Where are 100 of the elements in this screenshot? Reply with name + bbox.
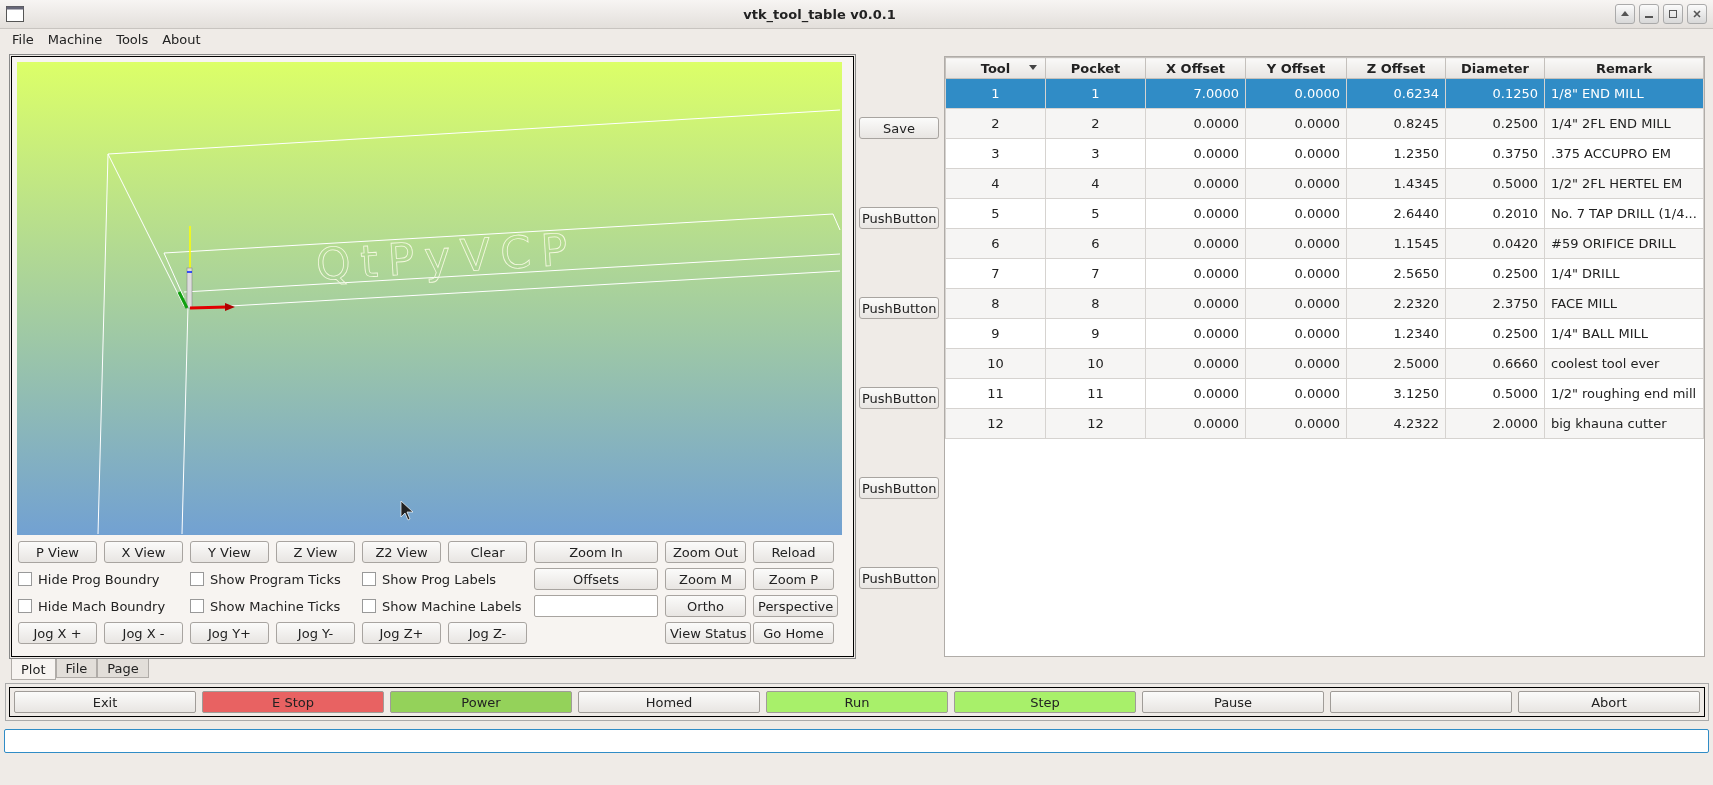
view-button[interactable]: Zoom M [665, 568, 746, 590]
checkbox[interactable] [362, 599, 376, 613]
table-row[interactable]: 11 11 0.0000 0.0000 3.1250 0.5000 1/2" roughing end mill [945, 378, 1704, 409]
table-cell: 2.2320 [1346, 288, 1446, 319]
view-button[interactable]: Go Home [753, 622, 834, 644]
table-cell: 0.0000 [1245, 318, 1347, 349]
view-button[interactable]: Z View [276, 541, 355, 563]
control-button[interactable]: Power [390, 691, 572, 713]
push-button[interactable]: PushButton [859, 207, 939, 229]
checkbox-label: Show Machine Ticks [210, 598, 341, 614]
column-header[interactable]: Diameter [1445, 57, 1545, 79]
table-row[interactable]: 2 2 0.0000 0.0000 0.8245 0.2500 1/4" 2FL END MILL [945, 108, 1704, 139]
table-cell: 0.6660 [1445, 348, 1545, 379]
maximize-button[interactable] [1663, 4, 1683, 24]
table-cell: 0.2500 [1445, 318, 1545, 349]
view-button[interactable]: Jog Z+ [362, 622, 441, 644]
table-row[interactable]: 10 10 0.0000 0.0000 2.5000 0.6660 coolest tool ever [945, 348, 1704, 379]
close-button[interactable] [1687, 4, 1707, 24]
tab[interactable]: Page [97, 659, 149, 678]
table-cell: 1.4345 [1346, 168, 1446, 199]
table-cell: 5 [1045, 198, 1146, 229]
table-cell: 0.3750 [1445, 138, 1545, 169]
table-cell: 0.0000 [1145, 288, 1246, 319]
table-row[interactable]: 6 6 0.0000 0.0000 1.1545 0.0420 #59 ORIFICE DRILL [945, 228, 1704, 259]
view-button[interactable]: Reload [753, 541, 834, 563]
tab[interactable]: Plot [11, 659, 56, 680]
view-button[interactable]: Ortho [665, 595, 746, 617]
table-cell: 0.0000 [1145, 138, 1246, 169]
view-button[interactable]: P View [18, 541, 97, 563]
minimize-button[interactable] [1639, 4, 1659, 24]
column-header[interactable]: Z Offset [1346, 57, 1446, 79]
view-button[interactable]: X View [104, 541, 183, 563]
table-cell: 5 [945, 198, 1046, 229]
table-cell: 0.0000 [1145, 108, 1246, 139]
table-row[interactable]: 8 8 0.0000 0.0000 2.2320 2.3750 FACE MILL [945, 288, 1704, 319]
view-button[interactable]: Zoom P [753, 568, 834, 590]
view-button[interactable]: Offsets [534, 568, 658, 590]
command-input-field[interactable] [4, 729, 1709, 753]
control-button[interactable]: Abort [1518, 691, 1700, 713]
table-row[interactable]: 9 9 0.0000 0.0000 1.2340 0.2500 1/4" BALL MILL [945, 318, 1704, 349]
push-button[interactable]: PushButton [859, 297, 939, 319]
control-button[interactable] [1330, 691, 1512, 713]
control-button[interactable]: Exit [14, 691, 196, 713]
checkbox[interactable] [190, 572, 204, 586]
table-cell: 0.0000 [1245, 348, 1347, 379]
shade-button[interactable] [1615, 4, 1635, 24]
menu-item[interactable]: About [156, 31, 207, 47]
view-button[interactable]: View Status [665, 622, 752, 644]
view-button[interactable]: Jog X + [18, 622, 97, 644]
column-header[interactable]: Y Offset [1245, 57, 1347, 79]
checkbox[interactable] [190, 599, 204, 613]
view-button[interactable]: Perspective [753, 595, 839, 617]
menu-item[interactable]: File [6, 31, 40, 47]
push-button[interactable]: PushButton [859, 567, 939, 589]
column-header[interactable]: Pocket [1045, 57, 1146, 79]
table-cell: 0.0000 [1245, 378, 1347, 409]
view-button[interactable]: Jog Y+ [190, 622, 269, 644]
table-row[interactable]: 7 7 0.0000 0.0000 2.5650 0.2500 1/4" DRILL [945, 258, 1704, 289]
table-cell: 0.0000 [1145, 348, 1246, 379]
table-cell: 0.0000 [1245, 168, 1347, 199]
view-button[interactable]: Jog X - [104, 622, 183, 644]
column-header[interactable]: Tool [945, 57, 1046, 79]
table-cell: 11 [945, 378, 1046, 409]
control-button[interactable]: Homed [578, 691, 760, 713]
table-row[interactable]: 5 5 0.0000 0.0000 2.6440 0.2010 No. 7 TAP DRILL (1/4... [945, 198, 1704, 229]
table-cell: 0.0000 [1245, 108, 1347, 139]
view-button[interactable]: Jog Z- [448, 622, 527, 644]
menu-item[interactable]: Tools [110, 31, 155, 47]
control-button[interactable]: E Stop [202, 691, 384, 713]
view-button[interactable]: Jog Y- [276, 622, 355, 644]
close-icon [1692, 9, 1702, 19]
table-row[interactable]: 3 3 0.0000 0.0000 1.2350 0.3750 .375 ACCUPRO EM [945, 138, 1704, 169]
view-button[interactable]: Zoom In [534, 541, 658, 563]
table-cell: 0.0000 [1245, 288, 1347, 319]
push-button[interactable]: PushButton [859, 477, 939, 499]
table-row[interactable]: 1 1 7.0000 0.0000 0.6234 0.1250 1/8" END MILL [945, 78, 1704, 109]
tab[interactable]: File [55, 659, 98, 678]
checkbox[interactable] [362, 572, 376, 586]
view-button[interactable]: Z2 View [362, 541, 441, 563]
view-button[interactable]: Clear [448, 541, 527, 563]
control-button[interactable]: Run [766, 691, 948, 713]
checkbox[interactable] [18, 599, 32, 613]
table-cell: 0.0000 [1245, 198, 1347, 229]
table-cell: 1.1545 [1346, 228, 1446, 259]
menu-item[interactable]: Machine [41, 31, 109, 47]
column-header[interactable]: X Offset [1145, 57, 1246, 79]
table-row[interactable]: 4 4 0.0000 0.0000 1.4345 0.5000 1/2" 2FL HERTEL EM [945, 168, 1704, 199]
control-button[interactable]: Step [954, 691, 1136, 713]
checkbox[interactable] [18, 572, 32, 586]
stock-engraving-text: QtPyVCP [314, 223, 579, 290]
column-header[interactable]: Remark [1544, 57, 1704, 79]
input-field[interactable] [534, 595, 658, 617]
view-button[interactable]: Y View [190, 541, 269, 563]
push-button[interactable]: PushButton [859, 387, 939, 409]
table-cell: 10 [1045, 348, 1146, 379]
push-button[interactable]: Save [859, 117, 939, 139]
table-row[interactable]: 12 12 0.0000 0.0000 4.2322 2.0000 big khauna cutter [945, 408, 1704, 439]
view-button[interactable]: Zoom Out [665, 541, 746, 563]
control-button[interactable]: Pause [1142, 691, 1324, 713]
table-cell: 8 [945, 288, 1046, 319]
